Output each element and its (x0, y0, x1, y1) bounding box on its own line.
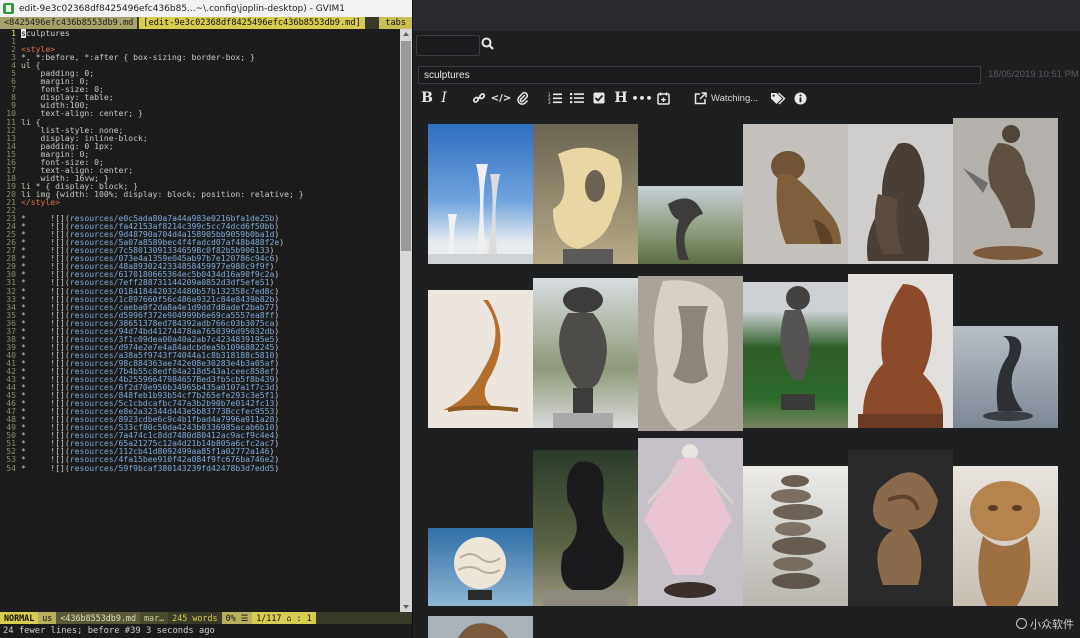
vim-tab-2[interactable]: [edit-9e3c02368df8425496efc436b8553db9.m… (139, 17, 365, 29)
attachment-icon[interactable] (512, 89, 534, 107)
italic-icon[interactable]: I (436, 89, 452, 107)
vim-filename: <436b8553db9.md (56, 612, 140, 624)
vim-editor-buffer[interactable]: 1 sculptures 1 2 <style> 3 *, *:before, *:afte… (0, 29, 400, 612)
sculpture-carved-relief[interactable] (638, 276, 743, 431)
sculpture-dark-abstract[interactable] (533, 450, 638, 606)
info-icon[interactable] (790, 89, 810, 107)
sculpture-abstract-stone[interactable] (533, 124, 638, 264)
vim-line[interactable]: 54 * ![](resources/59f9bcaf380143239fd424… (0, 462, 400, 473)
vim-line-text: * ![](resources/59f9bcaf380143239fd42478… (21, 462, 280, 473)
vim-line-text: *, *:before, *:after { box-sizing: borde… (21, 52, 255, 63)
tags-icon[interactable] (766, 89, 790, 107)
vim-line-text: </style> (21, 196, 60, 207)
sculpture-bronze-figures[interactable] (848, 124, 953, 264)
sculpture-wood-swirl[interactable] (848, 450, 953, 606)
scroll-up-arrow-icon[interactable] (403, 32, 409, 36)
vim-tab-1[interactable]: <8425496efc436b8553db9.md (0, 17, 138, 29)
bold-icon[interactable]: B (418, 89, 436, 107)
watermark-text: 小众软件 (1030, 618, 1074, 631)
horizontal-rule-icon[interactable]: ••• (631, 89, 652, 107)
sculpture-dancer[interactable] (638, 438, 743, 606)
vim-tabline: <8425496efc436b8553db9.md [edit-9e3c0236… (0, 17, 412, 29)
sculpture-twin-towers[interactable] (428, 124, 533, 264)
vim-line[interactable]: 21 </style> (0, 198, 400, 206)
md-image-suffix: ) (274, 253, 280, 264)
watching-label[interactable]: Watching... (711, 93, 758, 104)
bulleted-list-icon[interactable] (566, 89, 588, 107)
vim-percent: 0% ☰ (221, 612, 253, 624)
vim-tabline-fill (366, 17, 380, 29)
vim-line[interactable]: 20 li img {width: 100%; display: block; p… (0, 190, 400, 198)
md-image-suffix: ) (274, 438, 280, 449)
link-icon[interactable] (468, 89, 490, 107)
md-image-path: resources/59f9bcaf380143239fd42478b3d7ed… (69, 462, 275, 473)
svg-text:3: 3 (548, 100, 551, 104)
vim-scrollbar-thumb[interactable] (401, 41, 411, 251)
search-icon[interactable] (480, 36, 496, 52)
joplin-header-bar (413, 0, 1080, 31)
scroll-down-arrow-icon[interactable] (403, 605, 409, 609)
gvim-app-icon (3, 3, 14, 14)
md-image-suffix: ) (274, 269, 280, 280)
vim-command-line[interactable]: 24 fewer lines; before #39 3 seconds ago (0, 624, 412, 638)
md-image-suffix: ) (274, 462, 280, 473)
vim-cursor-line-rest: culptures (25, 29, 70, 38)
vim-line[interactable]: 1 (0, 37, 400, 45)
note-date: 18/05/2019 10:51 PM (988, 69, 1079, 80)
numbered-list-icon[interactable]: 123 (544, 89, 566, 107)
watermark: 小众软件 (1016, 616, 1074, 632)
vim-line-text: sculptures (21, 29, 70, 38)
code-icon[interactable]: </> (490, 89, 512, 107)
gvim-window-title: edit-9e3c02368df8425496efc436b85...~\.co… (19, 3, 345, 14)
rendered-note-gallery (428, 116, 1068, 638)
vim-encoding: us (38, 612, 57, 624)
sculpture-garden-figure[interactable] (638, 186, 743, 264)
sculpture-lion-head[interactable] (953, 466, 1058, 606)
sculpture-chrome-wave[interactable] (953, 326, 1058, 428)
vim-line-text: li img {width: 100%; display: block; pos… (21, 188, 304, 199)
joplin-editor-pane: sculptures 18/05/2019 10:51 PM B I </> 1… (412, 0, 1080, 638)
sculpture-partial[interactable] (428, 616, 533, 638)
vim-word-count: 245 words (168, 612, 222, 624)
md-image-suffix: ) (279, 237, 285, 248)
checkbox-icon[interactable] (588, 89, 610, 107)
vim-filetype: mar… (140, 612, 169, 624)
vim-statusline: NORMAL us <436b8553db9.md mar… 245 words… (0, 612, 412, 624)
vim-mode: NORMAL (0, 612, 39, 624)
vim-cursor-position: 1/117 ⌂ : 1 (252, 612, 316, 624)
sculpture-wood-wave[interactable] (428, 290, 533, 428)
vim-line[interactable]: 10 text-align: center; } (0, 109, 400, 117)
gvim-window: edit-9e3c02368df8425496efc436b85...~\.co… (0, 0, 412, 638)
gvim-titlebar: edit-9e3c02368df8425496efc436b85...~\.co… (0, 0, 412, 18)
search-input[interactable] (416, 35, 480, 56)
external-edit-icon[interactable] (692, 89, 708, 107)
sculpture-cloaked-figure[interactable] (848, 274, 953, 428)
heading-icon[interactable]: H (610, 89, 632, 107)
vim-line[interactable]: 1 sculptures (0, 29, 400, 38)
vim-scrollbar[interactable] (400, 29, 412, 612)
sculpture-bronze-lion-cub[interactable] (743, 124, 848, 264)
vim-line[interactable]: 3 *, *:before, *:after { box-sizing: bord… (0, 53, 400, 61)
md-image-prefix: * ![]( (21, 462, 70, 473)
vim-tabs-label: tabs (379, 17, 412, 29)
markdown-toolbar: B I </> 123 H ••• Watching... (418, 88, 810, 108)
vim-line-number: 54 (6, 462, 16, 473)
note-title-field[interactable]: sculptures (418, 66, 981, 84)
sculpture-park-figure[interactable] (743, 282, 848, 428)
watermark-logo-icon (1016, 618, 1027, 629)
insert-date-icon[interactable] (652, 89, 674, 107)
sculpture-stacked-stones[interactable] (743, 466, 848, 606)
sculpture-bronze-warrior[interactable] (953, 118, 1058, 264)
sculpture-stone-figure[interactable] (533, 278, 638, 428)
sculpture-coral-sphere[interactable] (428, 528, 533, 606)
